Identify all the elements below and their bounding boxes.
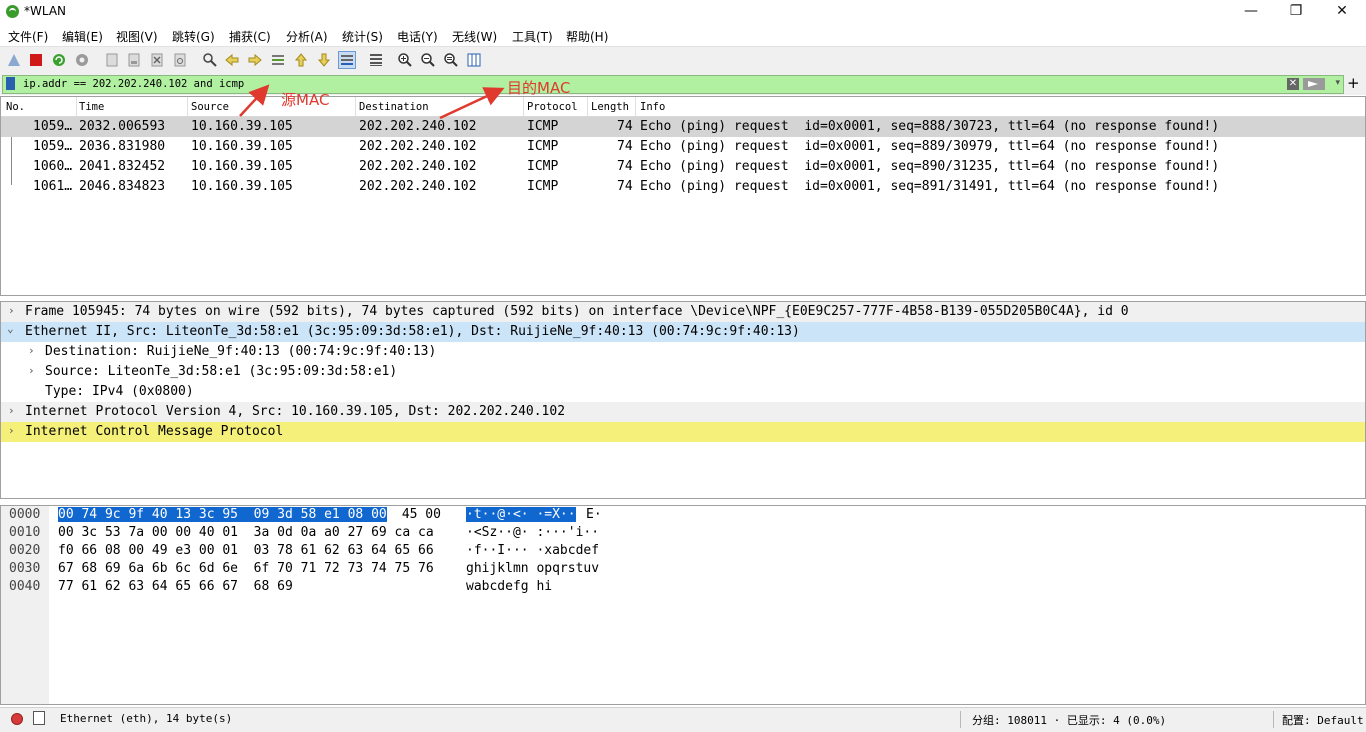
source-mac-arrow [239,84,270,117]
source-mac-label: 源MAC [281,91,330,109]
dest-mac-arrow [439,87,505,120]
annotation-arrows [239,84,505,120]
dest-mac-label: 目的MAC [507,79,571,97]
